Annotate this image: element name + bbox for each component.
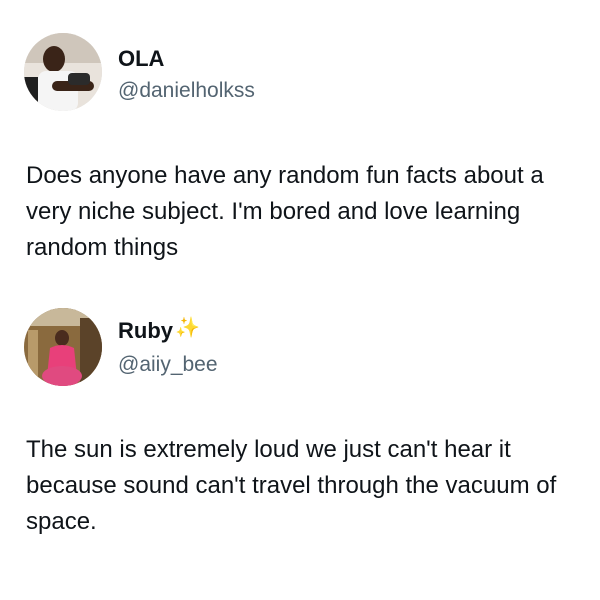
avatar-ola[interactable] [24,33,102,111]
display-name[interactable]: OLA [118,46,164,72]
sparkles-icon: ✨ [175,317,200,339]
avatar-ruby[interactable] [24,308,102,386]
avatar-ola-photo [24,33,102,111]
tweet-text: Does anyone have any random fun facts ab… [26,162,544,261]
username-handle[interactable]: @aiiy_bee [118,352,218,378]
display-name-text: Ruby [118,318,173,343]
tweet-text: The sun is extremely loud we just can't … [26,436,557,535]
display-name[interactable]: Ruby ✨ [118,318,200,344]
avatar-ruby-photo [24,308,102,386]
username-handle[interactable]: @danielholkss [118,78,255,104]
